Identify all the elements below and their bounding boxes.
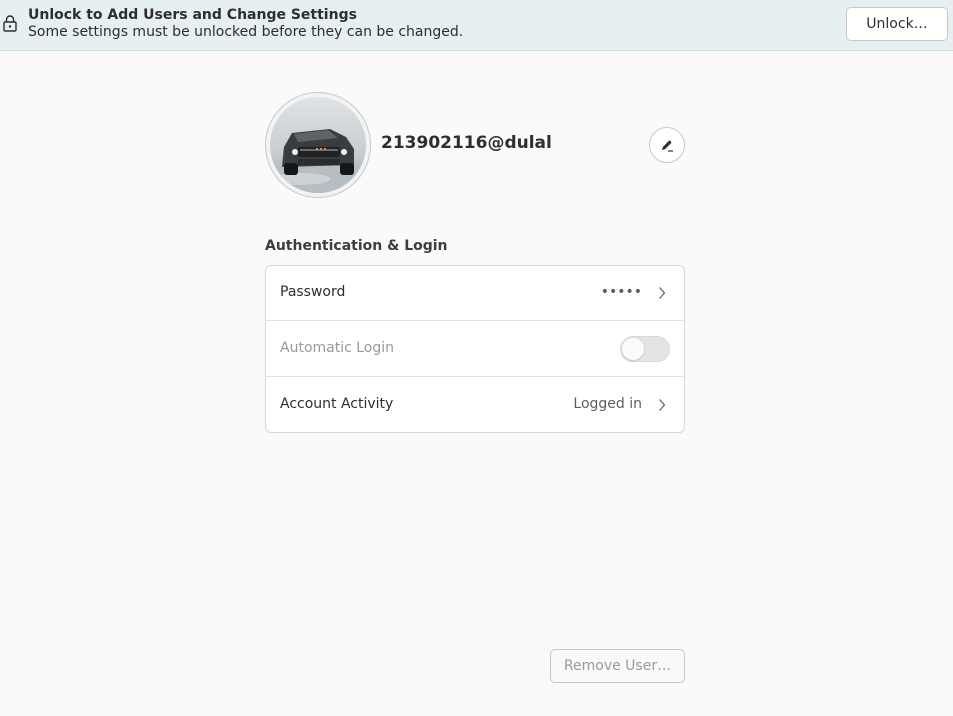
switch-knob xyxy=(622,338,644,360)
pencil-icon xyxy=(662,140,673,152)
avatar[interactable] xyxy=(265,92,371,198)
password-label: Password xyxy=(280,284,346,300)
section-title-authentication: Authentication & Login xyxy=(265,238,448,254)
lock-icon xyxy=(3,15,17,32)
account-activity-row[interactable]: Account Activity Logged in xyxy=(266,378,684,432)
authentication-list: Password ••••• Automatic Login Account A… xyxy=(265,265,685,433)
unlock-infobar: Unlock to Add Users and Change Settings … xyxy=(0,0,953,51)
account-activity-value: Logged in xyxy=(573,396,642,412)
automatic-login-row: Automatic Login xyxy=(266,322,684,377)
unlock-button[interactable]: Unlock… xyxy=(846,7,948,41)
avatar-photo xyxy=(270,97,366,193)
automatic-login-label: Automatic Login xyxy=(280,340,395,356)
chevron-right-icon xyxy=(659,399,666,411)
password-value: ••••• xyxy=(600,284,642,300)
remove-user-button[interactable]: Remove User… xyxy=(550,649,685,683)
chevron-right-icon xyxy=(659,287,666,299)
edit-username-button[interactable] xyxy=(649,127,685,163)
password-row[interactable]: Password ••••• xyxy=(266,266,684,321)
automatic-login-switch[interactable] xyxy=(620,336,670,362)
account-activity-label: Account Activity xyxy=(280,396,394,412)
infobar-title: Unlock to Add Users and Change Settings xyxy=(28,7,357,23)
username: 213902116@dulal xyxy=(381,133,552,153)
infobar-subtitle: Some settings must be unlocked before th… xyxy=(28,24,464,40)
